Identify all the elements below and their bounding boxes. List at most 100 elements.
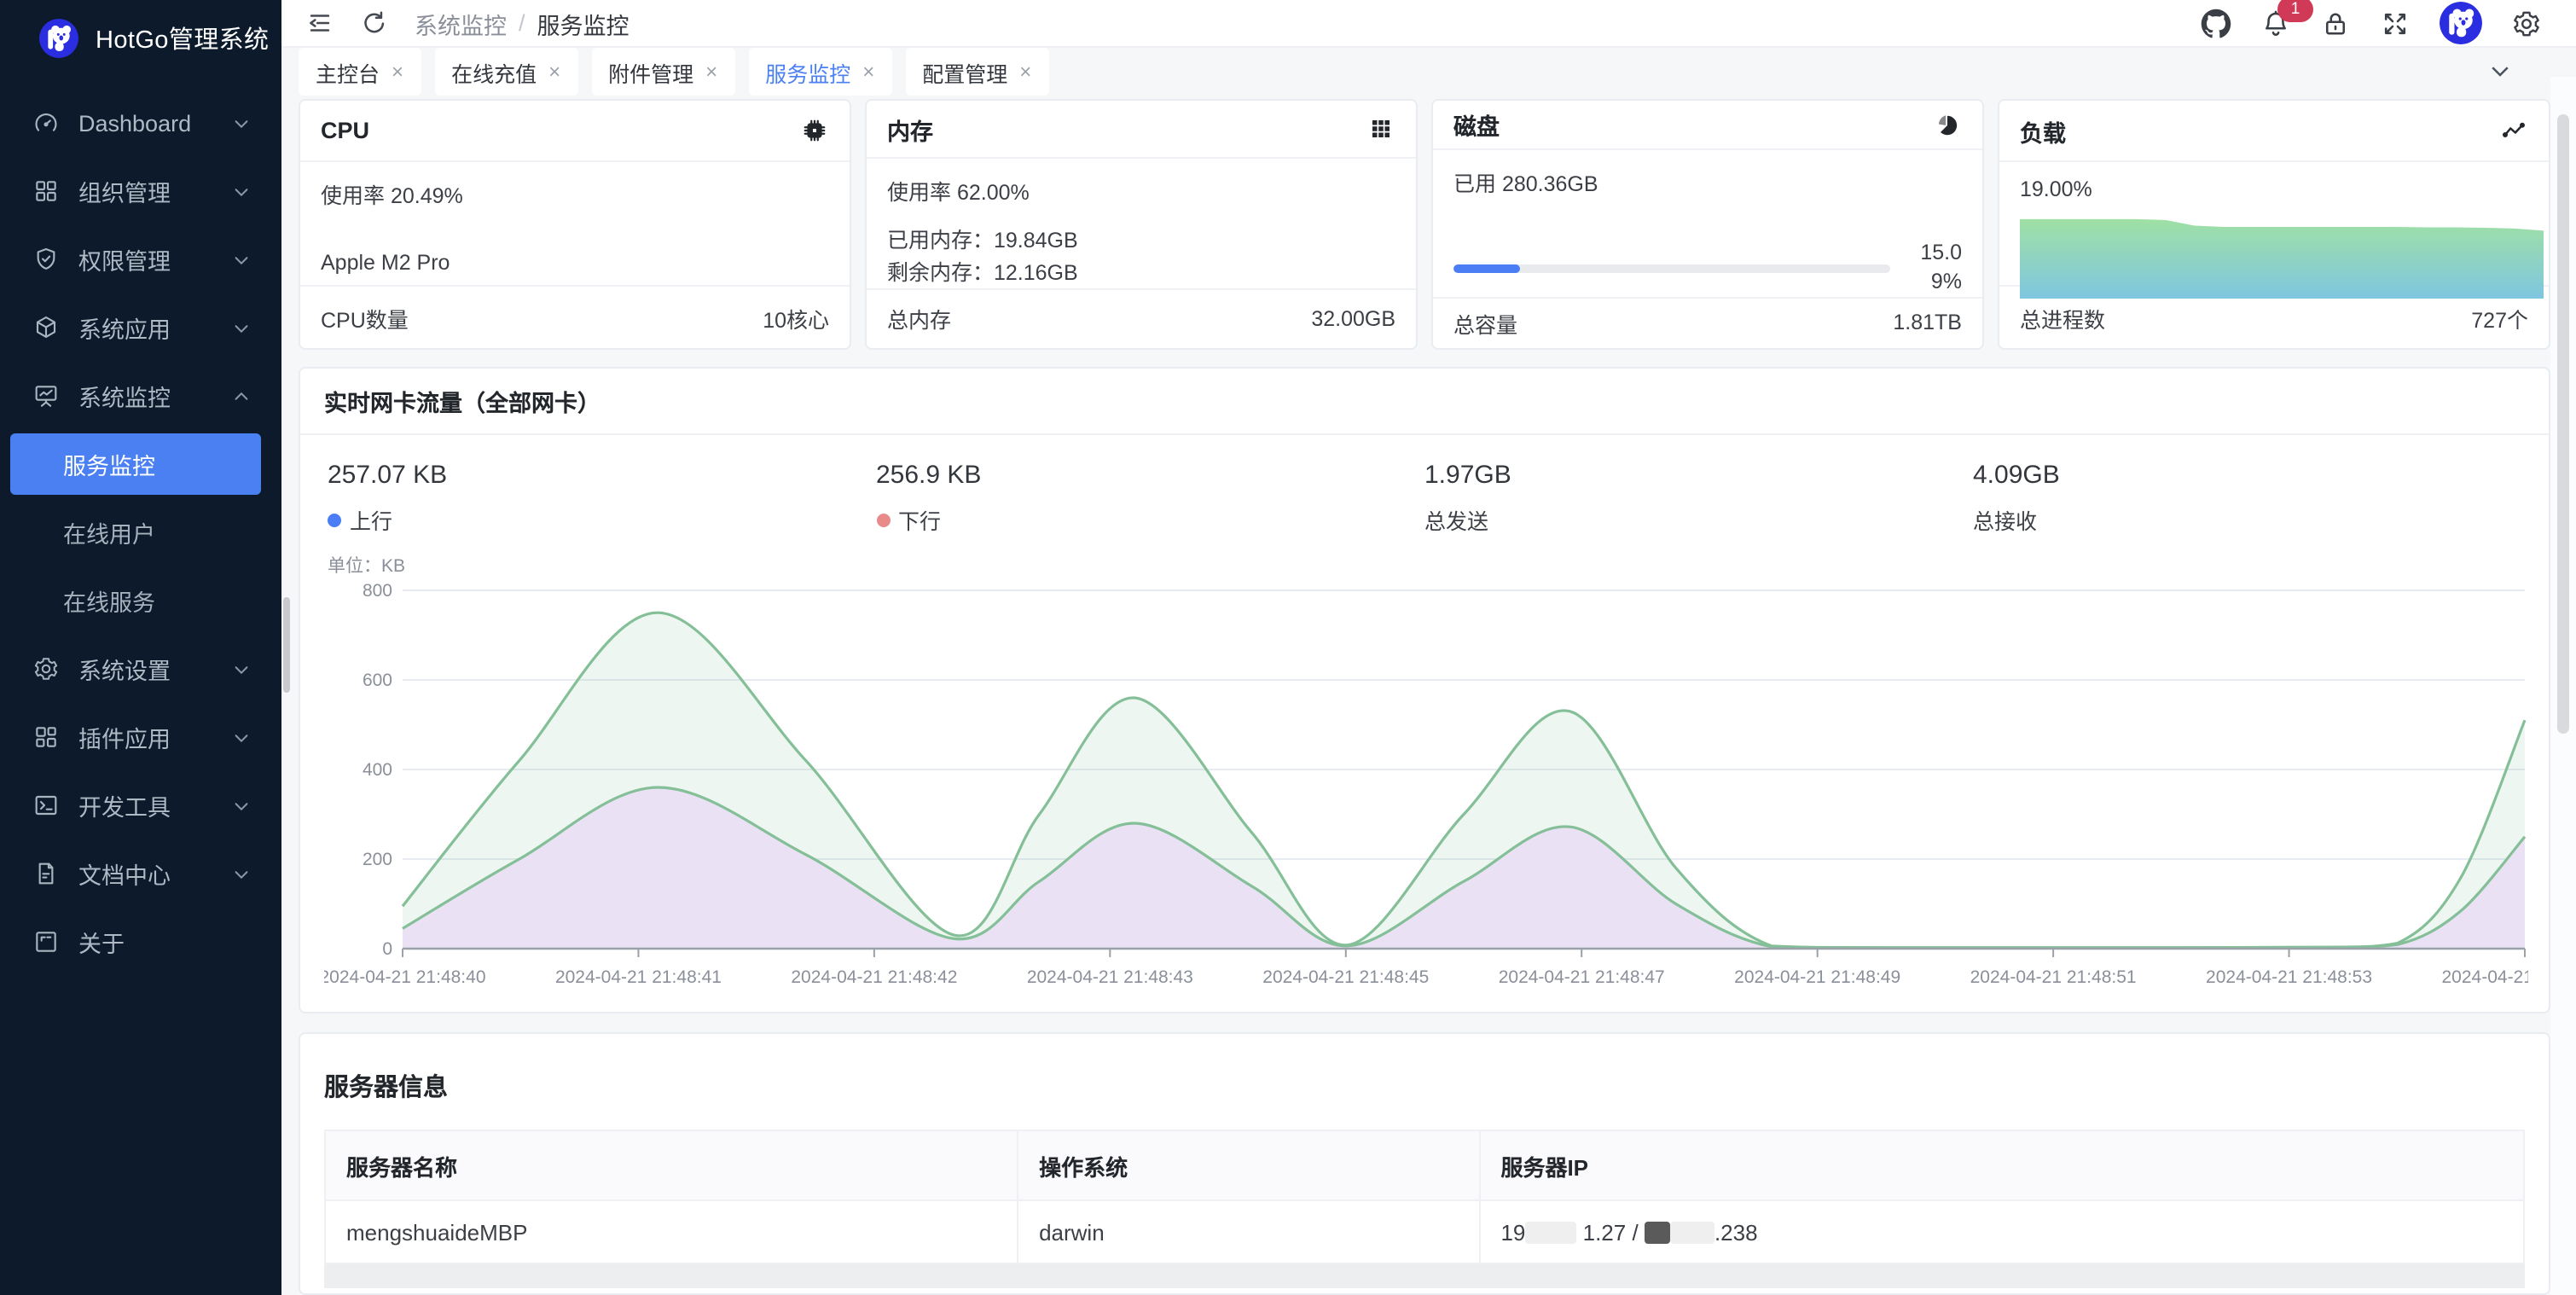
- sidebar-subitem-label: 在线用户: [63, 515, 155, 549]
- plugin-grid-icon: [32, 723, 61, 752]
- sidebar-item-system-settings[interactable]: 系统设置: [0, 635, 281, 703]
- upload-dot-icon: [328, 513, 341, 526]
- settings-gear-icon[interactable]: [2511, 8, 2542, 38]
- sidebar-item-organization[interactable]: 组织管理: [0, 157, 281, 225]
- tab-online-recharge[interactable]: 在线充值 ×: [434, 48, 577, 96]
- chevron-down-icon: [232, 728, 251, 746]
- sidebar-item-label: 权限管理: [78, 242, 232, 276]
- stat-label: 总接收: [1973, 503, 2037, 536]
- shield-check-icon: [32, 245, 61, 274]
- cpu-card-body: 使用率 20.49% Apple M2 Pro: [300, 162, 850, 285]
- cpu-chip-icon: [802, 117, 829, 144]
- column-header: 服务器IP: [1479, 1130, 2524, 1200]
- cpu-card: CPU 使用率 20.49% Apple M2 Pro CPU数量 10核心: [299, 99, 851, 350]
- server-name-cell: mengshuaideMBP: [325, 1200, 1018, 1263]
- footer-label: 总内存: [887, 303, 951, 335]
- tab-config[interactable]: 配置管理 ×: [905, 48, 1048, 96]
- stat-upload: 257.07 KB 上行: [328, 461, 876, 536]
- download-dot-icon: [876, 513, 890, 526]
- lock-icon[interactable]: [2320, 8, 2351, 38]
- menu-collapse-icon[interactable]: [305, 8, 336, 38]
- svg-text:2024-04-21 21:48:45: 2024-04-21 21:48:45: [1262, 967, 1429, 987]
- left-scrollbar-thumb[interactable]: [283, 597, 290, 693]
- tab-close-icon[interactable]: ×: [862, 60, 874, 84]
- sidebar-subitem-service-monitor[interactable]: 服务监控: [10, 433, 261, 495]
- sidebar-subitem-label: 服务监控: [63, 447, 155, 481]
- tab-console[interactable]: 主控台 ×: [299, 48, 421, 96]
- sidebar-item-plugins[interactable]: 插件应用: [0, 703, 281, 771]
- sidebar-item-docs[interactable]: 文档中心: [0, 839, 281, 908]
- tab-label: 附件管理: [608, 55, 693, 88]
- user-avatar[interactable]: [2440, 2, 2482, 44]
- load-card-header: 负载: [1999, 101, 2549, 162]
- tab-attachments[interactable]: 附件管理 ×: [591, 48, 734, 96]
- stat-value: 257.07 KB: [328, 461, 876, 490]
- ip-part: .238: [1714, 1219, 1758, 1245]
- server-info-title: 服务器信息: [324, 1068, 2525, 1104]
- server-table: 服务器名称 操作系统 服务器IP mengshuaideMBP darwin 1…: [324, 1129, 2525, 1264]
- stat-label-row: 总接收: [1973, 503, 2521, 536]
- svg-text:2024-04-21 21:48:53: 2024-04-21 21:48:53: [2206, 967, 2372, 987]
- svg-text:2024-04-21 21:48:40: 2024-04-21 21:48:40: [324, 967, 486, 987]
- sidebar-item-system-apps[interactable]: 系统应用: [0, 293, 281, 362]
- server-table-header-row: 服务器名称 操作系统 服务器IP: [325, 1130, 2524, 1200]
- stat-value: 256.9 KB: [876, 461, 1424, 490]
- svg-text:2024-04-21 21:48:55: 2024-04-21 21:48:55: [2442, 967, 2529, 987]
- disk-card-body: 已用 280.36GB 15.09%: [1433, 150, 1982, 297]
- notification-bell-icon[interactable]: 1: [2260, 8, 2291, 38]
- tab-label: 配置管理: [922, 55, 1007, 88]
- refresh-icon[interactable]: [360, 8, 391, 38]
- sidebar-item-about[interactable]: 关于: [0, 908, 281, 976]
- fullscreen-icon[interactable]: [2380, 8, 2411, 38]
- server-os-cell: darwin: [1018, 1200, 1479, 1263]
- sidebar-item-dashboard[interactable]: Dashboard: [0, 89, 281, 157]
- sidebar-subitem-online-services[interactable]: 在线服务: [0, 566, 281, 635]
- sidebar-item-permissions[interactable]: 权限管理: [0, 225, 281, 293]
- stat-cards-row: CPU 使用率 20.49% Apple M2 Pro CPU数量 10核心: [299, 99, 2550, 350]
- ip-redacted: [1525, 1221, 1576, 1243]
- server-info-card: 服务器信息 服务器名称 操作系统 服务器IP mengshuaideMBP: [299, 1032, 2550, 1295]
- memory-usage-text: 使用率 62.00%: [887, 175, 1395, 207]
- tab-close-icon[interactable]: ×: [392, 60, 403, 84]
- stat-label: 上行: [350, 503, 392, 536]
- footer-value: 32.00GB: [1311, 307, 1395, 331]
- main-area: 系统监控 / 服务监控 1: [281, 0, 2576, 1295]
- card-title: 内存: [887, 112, 933, 146]
- chevron-down-icon: [232, 796, 251, 815]
- stat-label-row: 上行: [328, 503, 876, 536]
- sidebar-subitem-online-users[interactable]: 在线用户: [0, 498, 281, 566]
- tab-close-icon[interactable]: ×: [548, 60, 560, 84]
- svg-text:0: 0: [382, 939, 392, 959]
- tab-close-icon[interactable]: ×: [1019, 60, 1031, 84]
- breadcrumb: 系统监控 / 服务监控: [415, 6, 629, 40]
- notification-badge: 1: [2277, 0, 2313, 21]
- cpu-model-text: Apple M2 Pro: [321, 251, 829, 275]
- load-percent-text: 19.00%: [2020, 177, 2528, 201]
- sidebar-item-system-monitor[interactable]: 系统监控: [0, 362, 281, 430]
- sidebar-item-label: 开发工具: [78, 788, 232, 822]
- footer-label: CPU数量: [321, 301, 409, 334]
- stat-total-sent: 1.97GB 总发送: [1424, 461, 1973, 536]
- sidebar: HotGo管理系统 Dashboard 组织管理 权限管: [0, 0, 281, 1295]
- stat-label-row: 总发送: [1424, 503, 1973, 536]
- tab-service-monitor[interactable]: 服务监控 ×: [748, 48, 891, 96]
- scrollbar-thumb[interactable]: [2557, 114, 2569, 734]
- chevron-down-icon: [232, 864, 251, 883]
- ip-redacted: [1670, 1221, 1714, 1243]
- memory-grid-icon: [1368, 115, 1395, 142]
- card-title: CPU: [321, 118, 369, 143]
- tabbar-chevron-down-icon[interactable]: [2487, 58, 2515, 85]
- sidebar-item-label: 系统应用: [78, 311, 232, 345]
- ip-redacted: [1645, 1221, 1670, 1243]
- sidebar-item-dev-tools[interactable]: 开发工具: [0, 771, 281, 839]
- tab-close-icon[interactable]: ×: [705, 60, 717, 84]
- breadcrumb-parent[interactable]: 系统监控: [415, 6, 507, 40]
- sidebar-item-label: Dashboard: [78, 110, 232, 136]
- tab-label: 服务监控: [765, 55, 850, 88]
- svg-text:2024-04-21 21:48:42: 2024-04-21 21:48:42: [791, 967, 957, 987]
- memory-card-body: 使用率 62.00% 已用内存：19.84GB 剩余内存：12.16GB: [867, 160, 1416, 288]
- github-icon[interactable]: [2201, 8, 2231, 38]
- document-icon: [32, 859, 61, 888]
- footer-label: 总容量: [1453, 307, 1517, 340]
- header-actions: 1: [2201, 2, 2542, 44]
